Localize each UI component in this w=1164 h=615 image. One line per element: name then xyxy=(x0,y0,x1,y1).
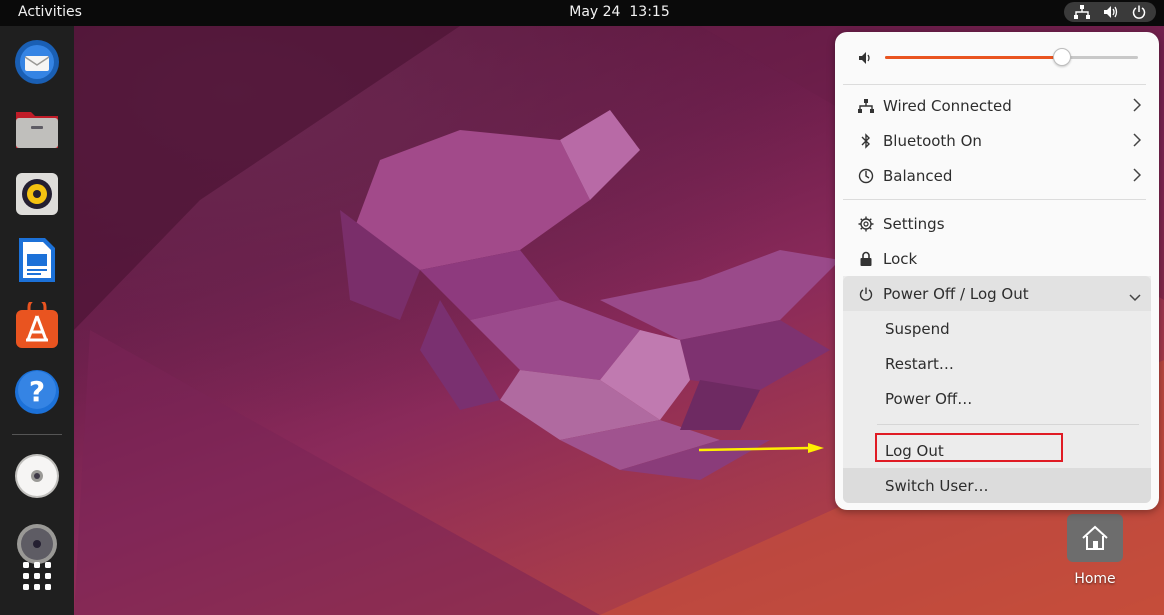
chevron-right-icon xyxy=(1133,98,1142,116)
separator xyxy=(843,199,1146,200)
volume-slider-knob[interactable] xyxy=(1053,48,1072,66)
restart-item[interactable]: Restart… xyxy=(843,346,1151,381)
lock-label: Lock xyxy=(883,249,918,268)
thunderbird-icon[interactable] xyxy=(13,38,61,86)
bluetooth-label: Bluetooth On xyxy=(883,131,982,150)
chevron-down-icon xyxy=(1129,288,1141,306)
home-folder-icon[interactable] xyxy=(1067,514,1123,562)
lock-item[interactable]: Lock xyxy=(843,241,1151,276)
libreoffice-writer-icon[interactable] xyxy=(13,236,61,284)
suspend-label: Suspend xyxy=(885,319,950,338)
separator xyxy=(877,424,1139,425)
disc-icon[interactable] xyxy=(13,452,61,500)
bluetooth-icon xyxy=(853,132,879,149)
power-off-item[interactable]: Power Off… xyxy=(843,381,1151,416)
volume-slider-fill xyxy=(885,56,1063,59)
suspend-item[interactable]: Suspend xyxy=(843,311,1151,346)
wired-connected-label: Wired Connected xyxy=(883,96,1012,115)
switch-user-item[interactable]: Switch User… xyxy=(843,468,1151,503)
power-off-label: Power Off… xyxy=(885,389,973,408)
volume-icon xyxy=(1103,5,1119,19)
restart-label: Restart… xyxy=(885,354,954,373)
separator xyxy=(843,84,1146,85)
power-icon xyxy=(1132,5,1146,19)
power-icon xyxy=(853,287,879,301)
power-off-logout-item[interactable]: Power Off / Log Out xyxy=(843,276,1151,311)
switch-user-label: Switch User… xyxy=(885,476,989,495)
system-status-button[interactable] xyxy=(1064,2,1156,22)
clock[interactable]: May 24 13:15 xyxy=(0,4,1164,20)
dock: ? xyxy=(0,26,74,615)
chevron-right-icon xyxy=(1133,168,1142,186)
settings-gear-icon xyxy=(853,216,879,232)
log-out-highlight-box xyxy=(875,433,1063,462)
volume-icon xyxy=(853,51,879,65)
rhythmbox-icon[interactable] xyxy=(13,170,61,218)
power-profile-icon xyxy=(853,168,879,184)
app-center-icon[interactable] xyxy=(13,302,61,350)
help-icon[interactable]: ? xyxy=(13,368,61,416)
volume-slider[interactable] xyxy=(885,48,1138,66)
lock-icon xyxy=(853,251,879,267)
files-icon[interactable] xyxy=(13,104,61,152)
power-off-logout-label: Power Off / Log Out xyxy=(883,284,1029,303)
yellow-arrow-annotation xyxy=(698,443,824,453)
bluetooth-item[interactable]: Bluetooth On xyxy=(843,123,1151,158)
power-profile-item[interactable]: Balanced xyxy=(843,158,1151,193)
settings-label: Settings xyxy=(883,214,945,233)
activities-button[interactable]: Activities xyxy=(18,4,82,20)
wired-network-icon xyxy=(853,98,879,113)
settings-item[interactable]: Settings xyxy=(843,206,1151,241)
home-folder-label: Home xyxy=(1074,571,1116,587)
clock-date: May 24 xyxy=(569,4,621,20)
wired-connected-item[interactable]: Wired Connected xyxy=(843,88,1151,123)
clock-time: 13:15 xyxy=(629,4,670,20)
power-profile-label: Balanced xyxy=(883,166,953,185)
dock-separator xyxy=(12,434,62,435)
chevron-right-icon xyxy=(1133,133,1142,151)
show-apps-icon[interactable] xyxy=(13,552,61,600)
svg-text:?: ? xyxy=(29,375,45,408)
top-bar: Activities May 24 13:15 xyxy=(0,0,1164,26)
network-icon xyxy=(1074,5,1091,19)
